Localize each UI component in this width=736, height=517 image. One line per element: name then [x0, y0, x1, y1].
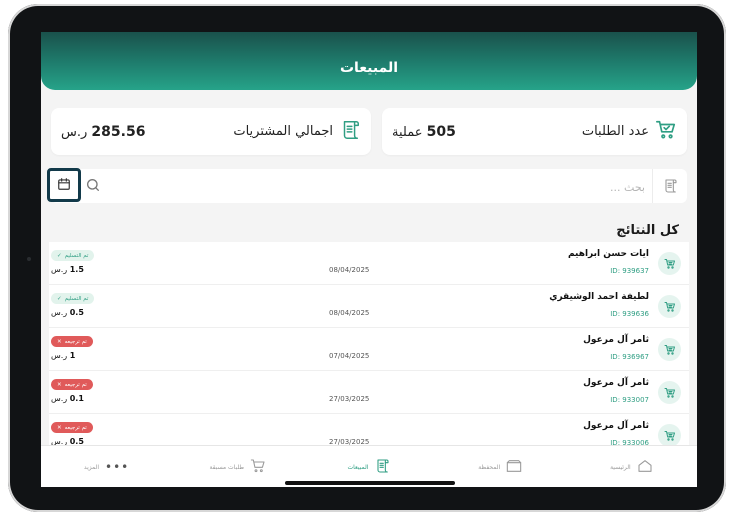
list-item[interactable]: ثامر آل مرعول ID: 936967 07/04/2025 تم ت… — [49, 328, 689, 371]
status-text: تم التسليم — [64, 295, 89, 302]
check-icon: ✓ — [57, 295, 62, 302]
amount-value: 0.5 — [69, 308, 84, 317]
amount-currency: ر.س — [51, 394, 68, 403]
order-amount: 0.5 ر.س — [51, 308, 84, 317]
status-badge: تم ترجيعه ✕ — [51, 336, 93, 347]
amount-value: 1.5 — [69, 265, 84, 274]
nav-preorders-label: طلبات مسبقة — [209, 463, 245, 471]
status-badge: تم ترجيعه ✕ — [51, 422, 93, 433]
customer-name: ثامر آل مرعول — [583, 421, 649, 431]
receipt-icon — [339, 119, 361, 145]
nav-home[interactable]: الرئيسية — [566, 446, 697, 487]
check-icon: ✓ — [57, 252, 62, 259]
orders-count-value: 505 — [426, 123, 456, 140]
order-id: ID: 939636 — [610, 310, 649, 318]
x-icon: ✕ — [57, 424, 62, 431]
nav-wallet-label: المحفظة — [478, 463, 501, 471]
nav-more[interactable]: ••• المزيد — [41, 446, 172, 487]
search-icon[interactable] — [85, 177, 101, 197]
order-id: ID: 939637 — [610, 267, 649, 275]
order-date: 07/04/2025 — [329, 352, 370, 360]
orders-count-value-group: 505 عملية — [392, 124, 456, 140]
page-title: المبيعات — [339, 60, 399, 76]
order-date: 08/04/2025 — [329, 266, 370, 274]
order-date: 27/03/2025 — [329, 438, 370, 445]
nav-more-label: المزيد — [83, 463, 100, 471]
order-cart-icon — [658, 295, 681, 318]
nav-sales-label: المبيعات — [347, 463, 369, 471]
app-screen: المبيعات عدد الطلبات 505 عملية اجمالي ال… — [41, 32, 697, 487]
nav-preorders[interactable]: طلبات مسبقة — [172, 446, 303, 487]
status-text: تم ترجيعه — [64, 338, 87, 345]
customer-name: ثامر آل مرعول — [583, 378, 649, 388]
amount-value: 1 — [69, 351, 76, 360]
more-dots-icon: ••• — [105, 460, 130, 474]
purchases-total-label: اجمالي المشتريات — [233, 124, 333, 139]
camera-dot — [27, 257, 31, 261]
x-icon: ✕ — [57, 381, 62, 388]
customer-name: ايات حسن ابراهيم — [567, 249, 649, 259]
home-indicator[interactable] — [285, 481, 455, 485]
nav-home-label: الرئيسية — [610, 463, 631, 471]
order-cart-icon — [658, 424, 681, 445]
orders-count-card: عدد الطلبات 505 عملية — [382, 108, 687, 155]
order-cart-icon — [658, 381, 681, 404]
results-heading: كل النتائج — [616, 223, 679, 238]
home-icon — [637, 458, 653, 476]
purchases-total-card: اجمالي المشتريات 285.56 ر.س — [51, 108, 371, 155]
amount-currency: ر.س — [51, 351, 68, 360]
status-text: تم ترجيعه — [64, 381, 87, 388]
calendar-icon — [57, 176, 71, 195]
customer-name: ثامر آل مرعول — [583, 335, 649, 345]
list-item[interactable]: ثامر آل مرعول ID: 933007 27/03/2025 تم ت… — [49, 371, 689, 414]
status-badge: تم ترجيعه ✕ — [51, 379, 93, 390]
cart-icon — [655, 119, 677, 145]
amount-value: 0.5 — [69, 437, 84, 445]
order-amount: 0.5 ر.س — [51, 437, 84, 445]
cart-nav-icon — [250, 458, 266, 476]
order-amount: 1.5 ر.س — [51, 265, 84, 274]
status-badge: تم التسليم ✓ — [51, 293, 95, 304]
document-filter-icon[interactable] — [652, 169, 687, 203]
order-amount: 0.1 ر.س — [51, 394, 84, 403]
results-list: ايات حسن ابراهيم ID: 939637 08/04/2025 ت… — [49, 242, 689, 445]
customer-name: لطيفة احمد الوشيقري — [549, 292, 649, 302]
status-badge: تم التسليم ✓ — [51, 250, 95, 261]
order-id: ID: 933007 — [610, 396, 649, 404]
date-filter-button[interactable] — [47, 168, 81, 202]
search-input[interactable] — [123, 175, 647, 199]
wallet-icon — [506, 459, 522, 475]
orders-count-unit: عملية — [392, 124, 423, 140]
list-item[interactable]: لطيفة احمد الوشيقري ID: 939636 08/04/202… — [49, 285, 689, 328]
order-date: 27/03/2025 — [329, 395, 370, 403]
amount-value: 0.1 — [69, 394, 84, 403]
status-text: تم ترجيعه — [64, 424, 87, 431]
list-item[interactable]: ايات حسن ابراهيم ID: 939637 08/04/2025 ت… — [49, 242, 689, 285]
order-cart-icon — [658, 338, 681, 361]
order-date: 08/04/2025 — [329, 309, 370, 317]
app-header: المبيعات — [41, 32, 697, 90]
purchases-total-value: 285.56 — [91, 123, 146, 140]
list-item[interactable]: ثامر آل مرعول ID: 933006 27/03/2025 تم ت… — [49, 414, 689, 445]
status-text: تم التسليم — [64, 252, 89, 259]
search-bar — [47, 168, 687, 203]
orders-count-label-group: عدد الطلبات — [582, 119, 677, 145]
amount-currency: ر.س — [51, 308, 68, 317]
purchases-total-value-group: 285.56 ر.س — [61, 124, 145, 140]
amount-currency: ر.س — [51, 437, 68, 445]
order-cart-icon — [658, 252, 681, 275]
order-id: ID: 936967 — [610, 353, 649, 361]
x-icon: ✕ — [57, 338, 62, 345]
purchases-total-label-group: اجمالي المشتريات — [233, 119, 361, 145]
amount-currency: ر.س — [51, 265, 68, 274]
order-amount: 1 ر.س — [51, 351, 75, 360]
purchases-total-currency: ر.س — [61, 124, 88, 140]
orders-count-label: عدد الطلبات — [581, 124, 649, 139]
receipt-nav-icon — [374, 458, 390, 476]
